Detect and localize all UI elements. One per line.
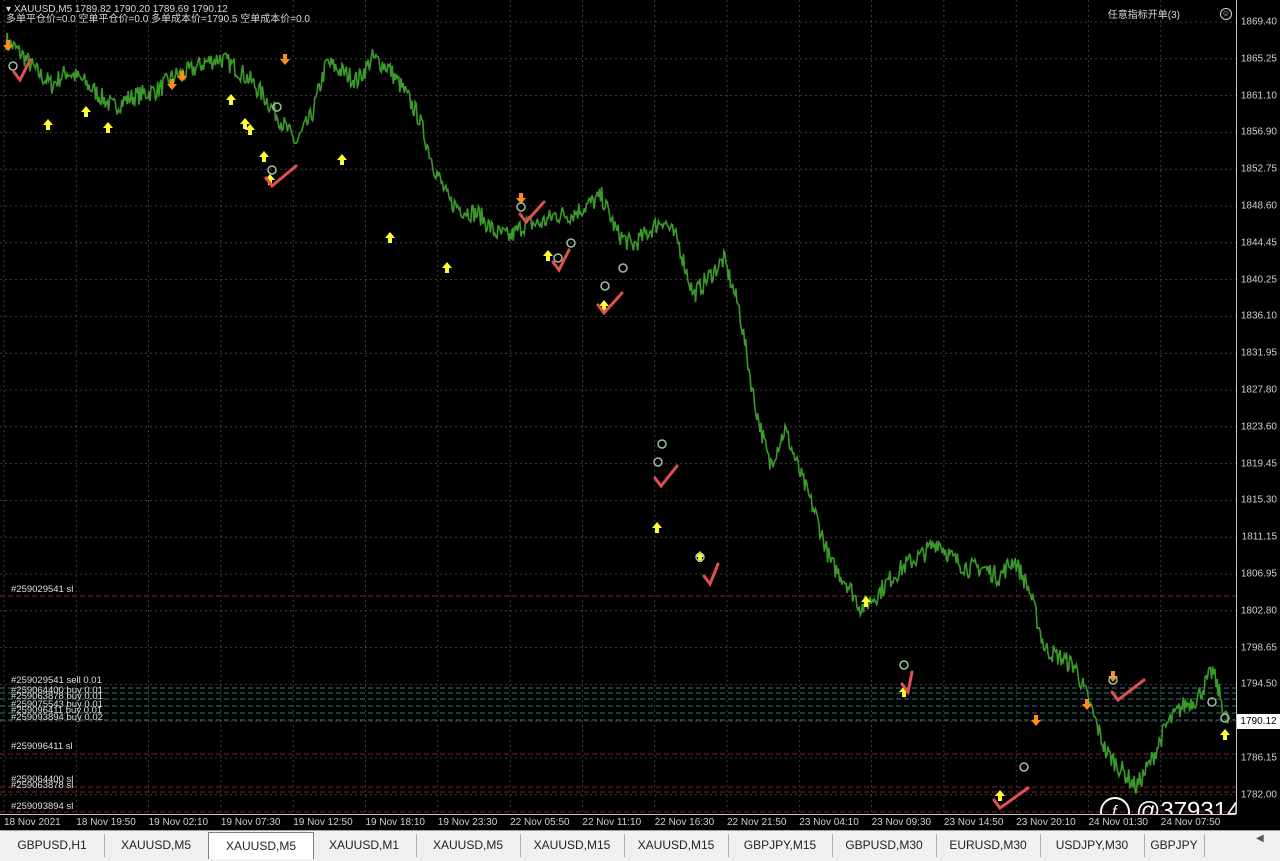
chart-tabs: GBPUSD,H1 XAUUSD,M5 XAUUSD,M5 XAUUSD,M1 XAUU…: [0, 830, 1280, 861]
time-tick: 24 Nov 01:30: [1088, 817, 1149, 828]
price-tick: 1806.95: [1240, 568, 1277, 580]
buy-arrow-icon: [1220, 729, 1230, 740]
price-scale[interactable]: 1869.40 1865.25 1861.10 1856.90 1852.75 1848.…: [1236, 0, 1280, 814]
tab-chart[interactable]: GBPJPY: [1144, 834, 1205, 857]
price-tick: 1852.75: [1240, 163, 1277, 175]
order-lines: [0, 595, 1236, 813]
time-tick: 19 Nov 18:10: [365, 817, 426, 828]
order-label: #259029541 sl: [11, 584, 74, 595]
entry-circle-icon: [657, 439, 667, 449]
buy-arrow-icon: [43, 119, 53, 130]
time-tick: 22 Nov 21:50: [727, 817, 787, 828]
price-tick: 1856.90: [1240, 126, 1277, 138]
price-tick: 1802.80: [1240, 605, 1277, 617]
time-tick: 23 Nov 14:50: [943, 817, 1004, 828]
price-tick: 1848.60: [1240, 200, 1277, 212]
price-chart[interactable]: [0, 0, 1236, 814]
time-tick: 19 Nov 23:30: [437, 817, 498, 828]
price-tick: 1811.15: [1241, 531, 1277, 543]
price-tick: 1831.95: [1240, 347, 1277, 359]
order-label: #259096411 sl: [11, 741, 73, 752]
time-tick: 22 Nov 11:10: [582, 817, 642, 828]
tab-chart[interactable]: XAUUSD,M15: [624, 834, 729, 857]
buy-arrow-icon: [652, 522, 662, 533]
sell-arrow-icon: [1031, 715, 1041, 726]
buy-arrow-icon: [385, 232, 395, 243]
current-price-label: 1790.12: [1237, 714, 1280, 729]
price-tick: 1798.65: [1240, 642, 1277, 654]
price-tick: 1861.10: [1240, 90, 1277, 102]
entry-circle-icon: [600, 281, 610, 291]
buy-arrow-icon: [259, 151, 269, 162]
buy-arrow-icon: [103, 122, 113, 133]
entry-circle-icon: [553, 253, 563, 263]
time-tick: 22 Nov 05:50: [510, 817, 570, 828]
time-tick: 23 Nov 09:30: [871, 817, 932, 828]
order-label: #259063878 sl: [11, 780, 74, 791]
smiley-icon[interactable]: ☺: [1220, 8, 1232, 20]
price-tick: 1815.30: [1240, 494, 1277, 506]
entry-circle-icon: [1019, 762, 1029, 772]
check-mark-icon: [1110, 678, 1146, 703]
indicator-label[interactable]: 任意指标开单(3): [1108, 6, 1180, 21]
time-tick: 24 Nov 07:50: [1160, 817, 1221, 828]
chart-area[interactable]: ▾ XAUUSD,M5 1789.82 1790.20 1789.69 1790…: [0, 0, 1236, 830]
buy-arrow-icon: [81, 106, 91, 117]
entry-circle-icon: [618, 263, 628, 273]
price-tick: 1794.50: [1240, 678, 1277, 690]
order-label: #259093894 sl: [11, 801, 74, 812]
buy-arrow-icon: [442, 262, 452, 273]
time-tick: 23 Nov 04:10: [799, 817, 859, 828]
tab-chart[interactable]: GBPUSD,M30: [832, 834, 937, 857]
tab-chart[interactable]: XAUUSD,M5: [104, 834, 209, 857]
time-tick: 18 Nov 2021: [4, 817, 61, 828]
tab-chart[interactable]: EURUSD,M30: [936, 834, 1041, 857]
buy-arrow-icon: [543, 250, 553, 261]
time-tick: 22 Nov 16:30: [654, 817, 715, 828]
time-tick: 19 Nov 07:30: [220, 817, 281, 828]
tab-chart[interactable]: GBPJPY,M15: [728, 834, 833, 857]
position-info: 多单平仓价=0.0 空单平仓价=0.0 多单成本价=1790.5 空单成本价=0…: [6, 14, 310, 25]
time-tick: 19 Nov 02:10: [148, 817, 209, 828]
chart-grid: [0, 0, 1236, 814]
tab-chart[interactable]: XAUUSD,M5: [416, 834, 521, 857]
entry-circle-icon: [267, 165, 277, 175]
entry-circle-icon: [516, 202, 526, 212]
tab-chart[interactable]: XAUUSD,M15: [520, 834, 625, 857]
entry-circle-icon: [899, 660, 909, 670]
time-tick: 23 Nov 20:10: [1016, 817, 1076, 828]
order-label: #259093894 buy 0.02: [11, 712, 103, 723]
price-tick: 1865.25: [1240, 53, 1277, 65]
check-mark-icon: [653, 464, 679, 489]
time-axis[interactable]: 18 Nov 2021 18 Nov 19:50 19 Nov 02:10 19 No…: [0, 814, 1236, 831]
price-tick: 1782.00: [1240, 789, 1277, 801]
buy-arrow-icon: [337, 154, 347, 165]
price-tick: 1869.40: [1240, 16, 1277, 28]
entry-circle-icon: [653, 457, 663, 467]
tab-chart[interactable]: XAUUSD,M5: [208, 832, 314, 859]
price-tick: 1823.60: [1240, 421, 1277, 433]
chart-header: ▾ XAUUSD,M5 1789.82 1790.20 1789.69 1790…: [6, 5, 310, 25]
tab-scroll-icon[interactable]: ◀: [1256, 833, 1264, 844]
time-tick: 18 Nov 19:50: [76, 817, 136, 828]
sell-arrow-icon: [1082, 699, 1092, 710]
price-tick: 1840.25: [1240, 274, 1277, 286]
tab-chart[interactable]: XAUUSD,M1: [312, 834, 417, 857]
price-tick: 1836.10: [1240, 310, 1277, 322]
price-line: [5, 32, 1229, 794]
price-tick: 1819.45: [1240, 458, 1277, 470]
price-tick: 1786.15: [1240, 752, 1277, 764]
buy-arrow-icon: [226, 94, 236, 105]
time-tick: 19 Nov 12:50: [293, 817, 353, 828]
tab-chart[interactable]: GBPUSD,H1: [0, 834, 105, 857]
sell-arrow-icon: [280, 54, 290, 65]
price-tick: 1827.80: [1240, 384, 1277, 396]
entry-circle-icon: [8, 61, 18, 71]
tab-chart[interactable]: USDJPY,M30: [1040, 834, 1145, 857]
price-tick: 1844.45: [1240, 237, 1277, 249]
